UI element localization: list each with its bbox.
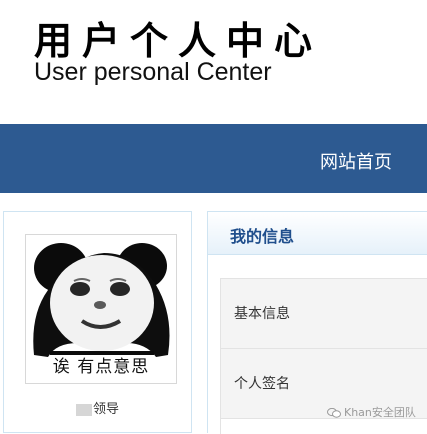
my-info-panel: 我的信息 基本信息 个人签名 bbox=[207, 211, 427, 434]
watermark: Khan安全团队 bbox=[327, 404, 416, 420]
info-row-label: 基本信息 bbox=[234, 306, 290, 322]
profile-panel: 诶 有点意思 领导 bbox=[3, 211, 192, 433]
navigation-bar: 网站首页 bbox=[0, 124, 427, 193]
panel-header: 我的信息 bbox=[208, 212, 427, 255]
user-name-row: 领导 bbox=[76, 398, 119, 417]
nav-link-home[interactable]: 网站首页 bbox=[320, 148, 392, 174]
redacted-username bbox=[76, 403, 92, 416]
wechat-icon bbox=[327, 408, 341, 418]
info-row-basic[interactable]: 基本信息 bbox=[221, 279, 427, 349]
site-header: 用户个人中心 User personal Center bbox=[0, 0, 427, 124]
spacer bbox=[0, 193, 427, 211]
watermark-text: Khan安全团队 bbox=[344, 406, 416, 419]
user-role: 领导 bbox=[93, 402, 120, 417]
panel-title: 我的信息 bbox=[230, 227, 295, 246]
avatar[interactable]: 诶 有点意思 bbox=[25, 234, 177, 384]
page-title-english: User personal Center bbox=[34, 58, 272, 86]
page-title-chinese: 用户个人中心 bbox=[34, 19, 323, 63]
info-row-label: 个人签名 bbox=[234, 376, 290, 392]
avatar-caption: 诶 有点意思 bbox=[52, 357, 150, 377]
